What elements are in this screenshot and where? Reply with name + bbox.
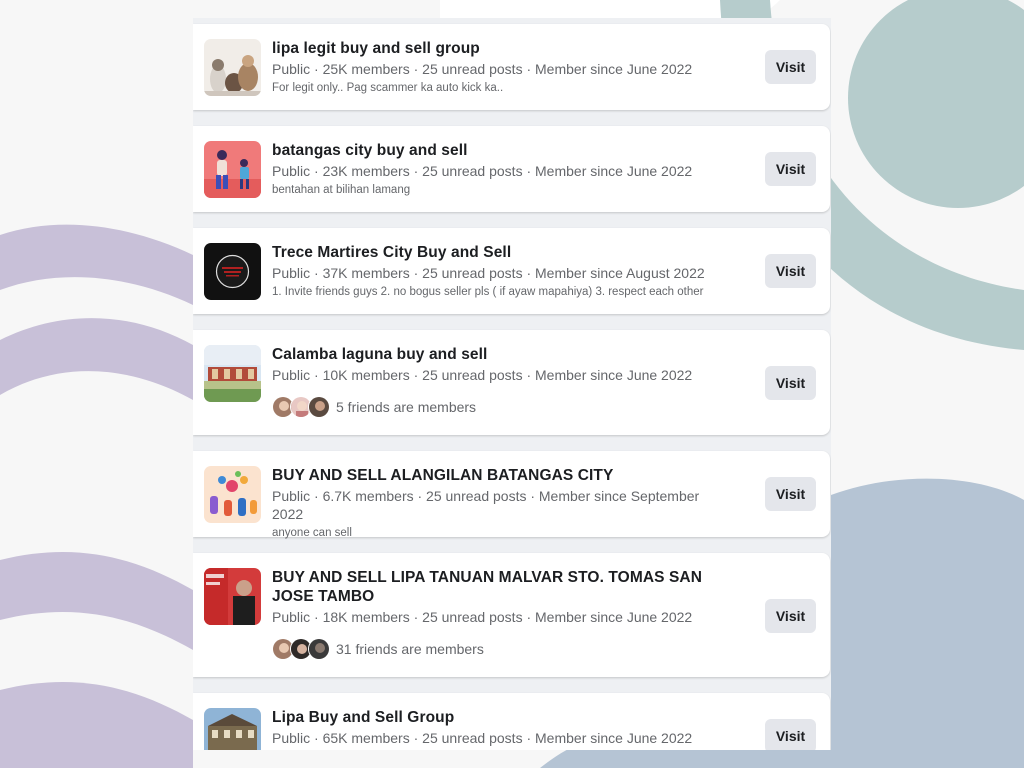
group-card[interactable]: lipa legit buy and sell group Public · 2…	[193, 24, 830, 110]
group-meta: Public · 6.7K members · 25 unread posts …	[272, 488, 700, 522]
group-name[interactable]: Calamba laguna buy and sell	[272, 345, 710, 364]
group-thumbnail[interactable]	[204, 141, 261, 198]
friends-count-text: 31 friends are members	[336, 641, 484, 657]
group-card[interactable]: Calamba laguna buy and sell Public · 10K…	[193, 330, 830, 435]
group-name[interactable]: batangas city buy and sell	[272, 141, 710, 160]
group-name[interactable]: Lipa Buy and Sell Group	[272, 708, 710, 727]
group-description: 1. Invite friends guys 2. no bogus selle…	[272, 286, 704, 298]
group-card[interactable]: batangas city buy and sell Public · 23K …	[193, 126, 830, 212]
group-thumbnail[interactable]	[204, 568, 261, 625]
friends-members-row: 31 friends are members	[272, 638, 710, 660]
avatar	[308, 396, 330, 418]
visit-button[interactable]: Visit	[765, 366, 816, 400]
group-card[interactable]: BUY AND SELL ALANGILAN BATANGAS CITY Pub…	[193, 451, 830, 539]
visit-button[interactable]: Visit	[765, 719, 816, 750]
visit-button[interactable]: Visit	[765, 254, 816, 288]
group-description: anyone can sell	[272, 527, 352, 539]
group-meta: Public · 10K members · 25 unread posts ·…	[272, 367, 693, 383]
group-thumbnail[interactable]	[204, 466, 261, 523]
group-description: bentahan at bilihan lamang	[272, 184, 411, 196]
group-meta: Public · 65K members · 25 unread posts ·…	[272, 730, 693, 746]
group-name[interactable]: BUY AND SELL LIPA TANUAN MALVAR STO. TOM…	[272, 568, 710, 606]
group-card[interactable]: Trece Martires City Buy and Sell Public …	[193, 228, 830, 314]
group-thumbnail[interactable]	[204, 345, 261, 402]
group-card[interactable]: BUY AND SELL LIPA TANUAN MALVAR STO. TOM…	[193, 553, 830, 677]
visit-button[interactable]: Visit	[765, 50, 816, 84]
friend-avatars	[272, 638, 330, 660]
visit-button[interactable]: Visit	[765, 599, 816, 633]
visit-button[interactable]: Visit	[765, 152, 816, 186]
group-thumbnail[interactable]	[204, 708, 261, 750]
friends-count-text: 5 friends are members	[336, 399, 477, 415]
visit-button[interactable]: Visit	[765, 477, 816, 511]
friend-avatars	[272, 396, 330, 418]
groups-list: lipa legit buy and sell group Public · 2…	[193, 18, 831, 750]
group-meta: Public · 37K members · 25 unread posts ·…	[272, 265, 705, 281]
group-description: For legit only.. Pag scammer ka auto kic…	[272, 82, 504, 94]
group-thumbnail[interactable]	[204, 243, 261, 300]
group-meta: Public · 25K members · 25 unread posts ·…	[272, 61, 693, 77]
group-meta: Public · 18K members · 25 unread posts ·…	[272, 609, 693, 625]
friends-members-row: 5 friends are members	[272, 396, 710, 418]
group-meta: Public · 23K members · 25 unread posts ·…	[272, 163, 693, 179]
group-name[interactable]: Trece Martires City Buy and Sell	[272, 243, 710, 262]
group-name[interactable]: BUY AND SELL ALANGILAN BATANGAS CITY	[272, 466, 710, 485]
avatar	[308, 638, 330, 660]
group-thumbnail[interactable]	[204, 39, 261, 96]
group-card[interactable]: Lipa Buy and Sell Group Public · 65K mem…	[193, 693, 830, 750]
group-name[interactable]: lipa legit buy and sell group	[272, 39, 710, 58]
